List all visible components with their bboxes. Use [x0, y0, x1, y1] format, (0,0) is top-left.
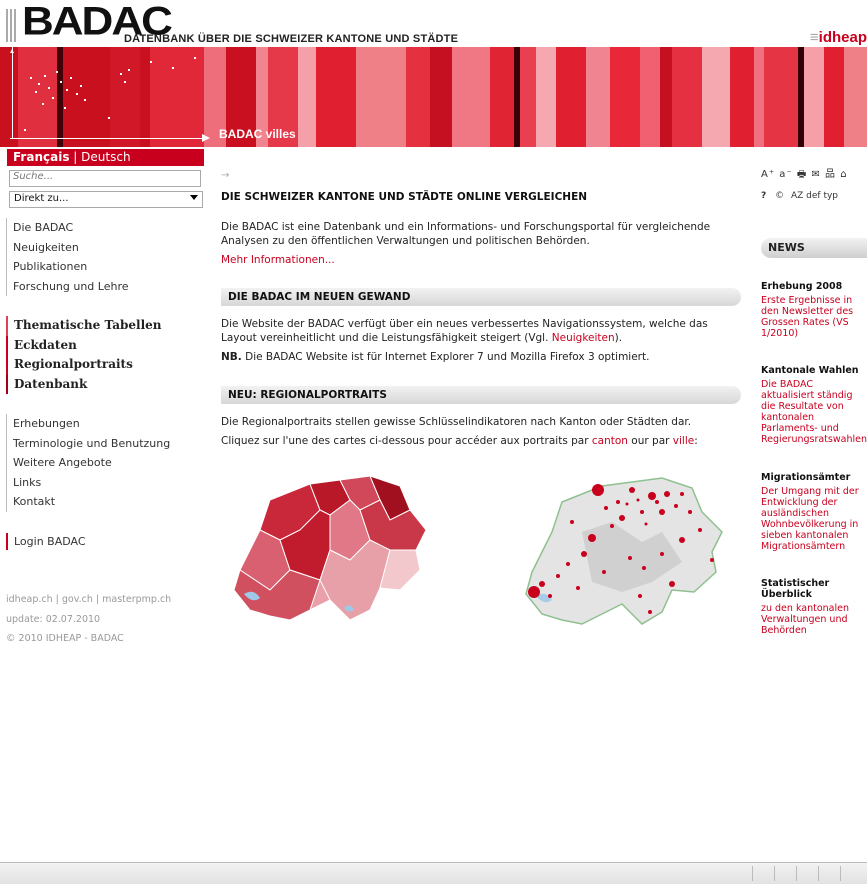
nav-regionalportraits[interactable]: Regionalportraits — [6, 355, 162, 375]
news-title: Statistischer Überblick — [761, 578, 830, 600]
news-title: Migrationsämter — [761, 472, 851, 483]
news-item[interactable]: Erhebung 2008 Erste Ergebnisse in den Ne… — [761, 281, 867, 339]
index-icons[interactable]: AZ def typ — [791, 191, 838, 201]
lang-separator: | — [73, 150, 78, 164]
nav-die-badac[interactable]: Die BADAC — [7, 218, 129, 238]
canton-link[interactable]: canton — [592, 435, 628, 447]
nav-terminologie[interactable]: Terminologie und Benutzung — [7, 434, 170, 454]
news-title: Kantonale Wahlen — [761, 365, 859, 376]
click-text: Cliquez sur l'une des cartes ci-dessous … — [221, 435, 698, 447]
browser-status-bar — [0, 862, 867, 884]
nav-group-main: Die BADAC Neuigkeiten Publikationen Fors… — [6, 218, 129, 297]
tool-icons-row2: ? © AZ def typ — [761, 191, 838, 201]
news-header: NEWS — [761, 238, 867, 258]
logo-bars — [6, 9, 20, 42]
direct-jump-value: Direkt zu... — [14, 193, 69, 204]
breadcrumb: → — [221, 170, 230, 181]
ville-link[interactable]: ville — [673, 435, 694, 447]
canton-map[interactable] — [230, 470, 430, 630]
tool-icons[interactable]: A⁺ a⁻ 🖶 ✉ 品 ⌂ — [761, 165, 848, 184]
nav-neuigkeiten[interactable]: Neuigkeiten — [7, 238, 129, 258]
help-icon[interactable]: ? — [761, 191, 766, 201]
dropdown-arrow-icon — [190, 195, 198, 200]
status-divider — [796, 866, 797, 881]
nav-publikationen[interactable]: Publikationen — [7, 257, 129, 277]
banner-label: BADAC villes — [219, 127, 296, 141]
city-map[interactable] — [522, 472, 732, 632]
intro-text: Die BADAC ist eine Datenbank und ein Inf… — [221, 221, 711, 247]
news-body[interactable]: Der Umgang mit der Entwicklung der auslä… — [761, 486, 867, 552]
news-title: Erhebung 2008 — [761, 281, 843, 292]
login-link[interactable]: Login BADAC — [6, 533, 86, 550]
copyright: © 2010 IDHEAP - BADAC — [6, 633, 124, 644]
section2-text: Die Regionalportraits stellen gewisse Sc… — [221, 416, 692, 428]
nav-kontakt[interactable]: Kontakt — [7, 492, 170, 512]
lang-francais[interactable]: Français — [13, 150, 69, 164]
idheap-logo[interactable]: ≡idheap — [810, 29, 867, 46]
page-title: DIE SCHWEIZER KANTONE UND STÄDTE ONLINE … — [221, 191, 588, 203]
status-divider — [840, 866, 841, 881]
banner-axis — [10, 138, 205, 139]
neuigkeiten-link[interactable]: Neuigkeiten — [552, 332, 615, 344]
status-divider — [818, 866, 819, 881]
nb-text: NB. Die BADAC Website ist für Internet E… — [221, 351, 650, 363]
language-switcher: Français | Deutsch — [7, 149, 204, 166]
news-item[interactable]: Kantonale Wahlen Die BADAC aktualisiert … — [761, 365, 867, 445]
more-info-wrap: Mehr Informationen... — [221, 253, 741, 267]
direct-jump-select[interactable]: Direkt zu... — [9, 191, 203, 208]
news-body[interactable]: Erste Ergebnisse in den Newsletter des G… — [761, 295, 867, 339]
nav-eckdaten[interactable]: Eckdaten — [6, 335, 162, 355]
more-info-link[interactable]: Mehr Informationen... — [221, 254, 335, 266]
nav-erhebungen[interactable]: Erhebungen — [7, 414, 170, 434]
nav-datenbank[interactable]: Datenbank — [6, 374, 162, 394]
status-divider — [752, 866, 753, 881]
nav-links[interactable]: Links — [7, 473, 170, 493]
update-date: update: 02.07.2010 — [6, 614, 101, 625]
search-input[interactable]: Suche... — [9, 170, 201, 187]
nav-weitere-angebote[interactable]: Weitere Angebote — [7, 453, 170, 473]
section1-text: Die Website der BADAC verfügt über ein n… — [221, 318, 708, 344]
nav-group-data: Thematische Tabellen Eckdaten Regionalpo… — [6, 316, 162, 394]
nav-thematische-tabellen[interactable]: Thematische Tabellen — [6, 316, 162, 336]
banner-axis-arrow — [202, 134, 210, 142]
news-item[interactable]: Statistischer Überblick zu den kantonale… — [761, 578, 867, 636]
nav-forschung[interactable]: Forschung und Lehre — [7, 277, 129, 297]
header-banner — [0, 47, 867, 147]
status-divider — [774, 866, 775, 881]
site-tagline: DATENBANK ÜBER DIE SCHWEIZER KANTONE UND… — [124, 33, 459, 45]
news-body[interactable]: Die BADAC aktualisiert ständig die Resul… — [761, 379, 867, 445]
section-header-new-look: DIE BADAC IM NEUEN GEWAND — [221, 288, 741, 306]
copyright-icon[interactable]: © — [775, 191, 784, 201]
section-header-regionalportraits: NEU: REGIONALPORTRAITS — [221, 386, 741, 404]
footer-links[interactable]: idheap.ch | gov.ch | masterpmp.ch — [6, 594, 171, 605]
news-item[interactable]: Migrationsämter Der Umgang mit der Entwi… — [761, 472, 867, 552]
lang-deutsch[interactable]: Deutsch — [81, 150, 130, 164]
nav-group-misc: Erhebungen Terminologie und Benutzung We… — [6, 414, 170, 512]
news-body[interactable]: zu den kantonalen Verwaltungen und Behör… — [761, 603, 867, 636]
